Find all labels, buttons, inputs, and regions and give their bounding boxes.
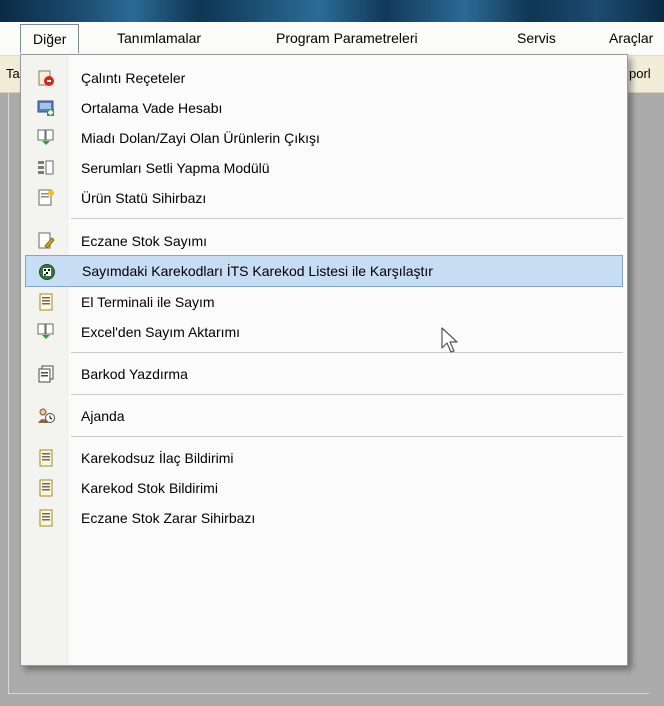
menu-separator: [71, 436, 623, 437]
menu-item-karekod-stok[interactable]: Karekod Stok Bildirimi: [21, 473, 627, 503]
diger-dropdown-menu: Çalıntı Reçeteler Ortalama Vade Hesabı M…: [20, 54, 628, 666]
menu-separator: [71, 218, 623, 219]
menu-item-serumlari-setli[interactable]: Serumları Setli Yapma Modülü: [21, 153, 627, 183]
document-icon: [37, 479, 55, 497]
document-icon: [37, 509, 55, 527]
menu-separator: [71, 394, 623, 395]
serum-set-icon: [37, 159, 55, 177]
window-title-strip: [0, 0, 664, 22]
menu-item-eczane-stok-zarar[interactable]: Eczane Stok Zarar Sihirbazı: [21, 503, 627, 533]
agenda-icon: [37, 407, 55, 425]
stolen-prescription-icon: [37, 69, 55, 87]
menu-item-calinti-receteler[interactable]: Çalıntı Reçeteler: [21, 63, 627, 93]
excel-import-icon: [37, 323, 55, 341]
menu-item-ortalama-vade[interactable]: Ortalama Vade Hesabı: [21, 93, 627, 123]
product-status-wizard-icon: [37, 189, 55, 207]
menu-item-eczane-stok-sayimi[interactable]: Eczane Stok Sayımı: [21, 226, 627, 256]
average-term-calc-icon: [37, 99, 55, 117]
menu-item-karekodsuz-ilac[interactable]: Karekodsuz İlaç Bildirimi: [21, 443, 627, 473]
toolbar-left-label[interactable]: Ta: [6, 66, 20, 81]
menu-item-urun-statu[interactable]: Ürün Statü Sihirbazı: [21, 183, 627, 213]
menu-item-excel-sayim[interactable]: Excel'den Sayım Aktarımı: [21, 317, 627, 347]
menu-tanimlamalar[interactable]: Tanımlamalar: [117, 22, 201, 55]
mouse-cursor-icon: [441, 327, 458, 353]
menu-item-ajanda[interactable]: Ajanda: [21, 401, 627, 431]
stock-count-icon: [37, 232, 55, 250]
menu-diger[interactable]: Diğer: [20, 24, 80, 53]
expired-products-icon: [37, 129, 55, 147]
barcode-print-icon: [37, 365, 55, 383]
menu-item-miadi-dolan[interactable]: Miadı Dolan/Zayi Olan Ürünlerin Çıkışı: [21, 123, 627, 153]
menu-program-parametreleri[interactable]: Program Parametreleri: [276, 22, 418, 55]
menu-item-karekod-karsilastir[interactable]: Sayımdaki Karekodları İTS Karekod Listes…: [25, 255, 623, 287]
menu-araclar[interactable]: Araçlar: [609, 22, 653, 55]
compare-datamatrix-icon: [38, 263, 56, 281]
menu-bar: Diğer Tanımlamalar Program Parametreleri…: [0, 22, 664, 56]
document-icon: [37, 449, 55, 467]
toolbar-right-label[interactable]: porl: [629, 66, 651, 81]
menu-separator: [71, 352, 623, 353]
menu-item-barkod-yazdirma[interactable]: Barkod Yazdırma: [21, 359, 627, 389]
handheld-count-icon: [37, 293, 55, 311]
menu-item-el-terminali[interactable]: El Terminali ile Sayım: [21, 287, 627, 317]
menu-servis[interactable]: Servis: [517, 22, 556, 55]
